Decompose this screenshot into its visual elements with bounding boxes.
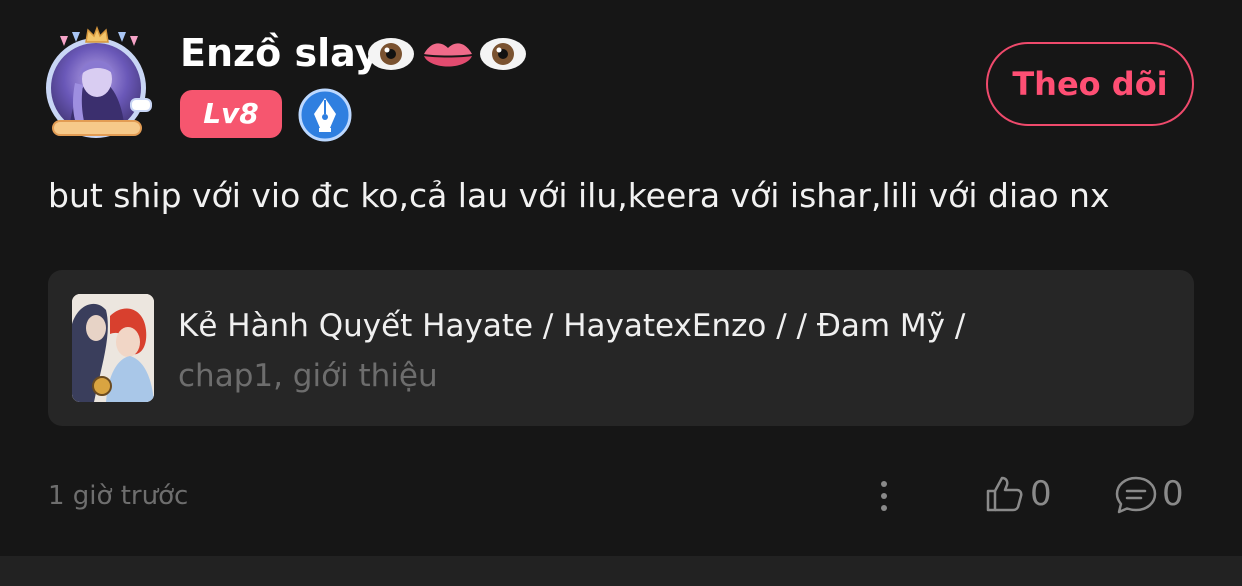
follow-button[interactable]: Theo dõi [986,42,1194,126]
story-title: Kẻ Hành Quyết Hayate / HayatexEnzo / / Đ… [178,308,966,344]
divider-bar [0,556,1242,586]
avatar-frame-banner [52,120,142,136]
pennant-icon [60,36,68,46]
crown-icon [85,26,109,43]
post-timestamp: 1 giờ trước [48,481,189,511]
thumbs-up-icon[interactable] [984,474,1024,514]
comment-count: 0 [1162,474,1184,514]
post-text: but ship với vio đc ko,cả lau với ilu,ke… [48,176,1110,215]
pennant-icon [118,32,126,42]
linked-story-card[interactable]: Kẻ Hành Quyết Hayate / HayatexEnzo / / Đ… [48,270,1194,426]
lips-emoji-icon [424,43,472,67]
user-avatar[interactable] [40,26,158,144]
post-item: Enzồ slay Lv8 Theo dõi but ship với vio … [0,0,1242,556]
comment-bubble-icon[interactable] [1114,474,1158,516]
pennant-icon [130,36,138,46]
username[interactable]: Enzồ slay [180,28,379,78]
vertical-ellipsis-icon[interactable] [872,478,896,514]
story-subtitle: chap1, giới thiệu [178,358,438,394]
eye-emoji-icon [480,38,526,70]
like-count: 0 [1030,474,1052,514]
story-cover-image [72,294,154,402]
chat-bubble-icon [130,98,152,112]
level-badge: Lv8 [180,90,282,138]
eye-emoji-icon [368,38,414,70]
pen-nib-icon [298,88,352,142]
pennant-icon [72,32,80,42]
